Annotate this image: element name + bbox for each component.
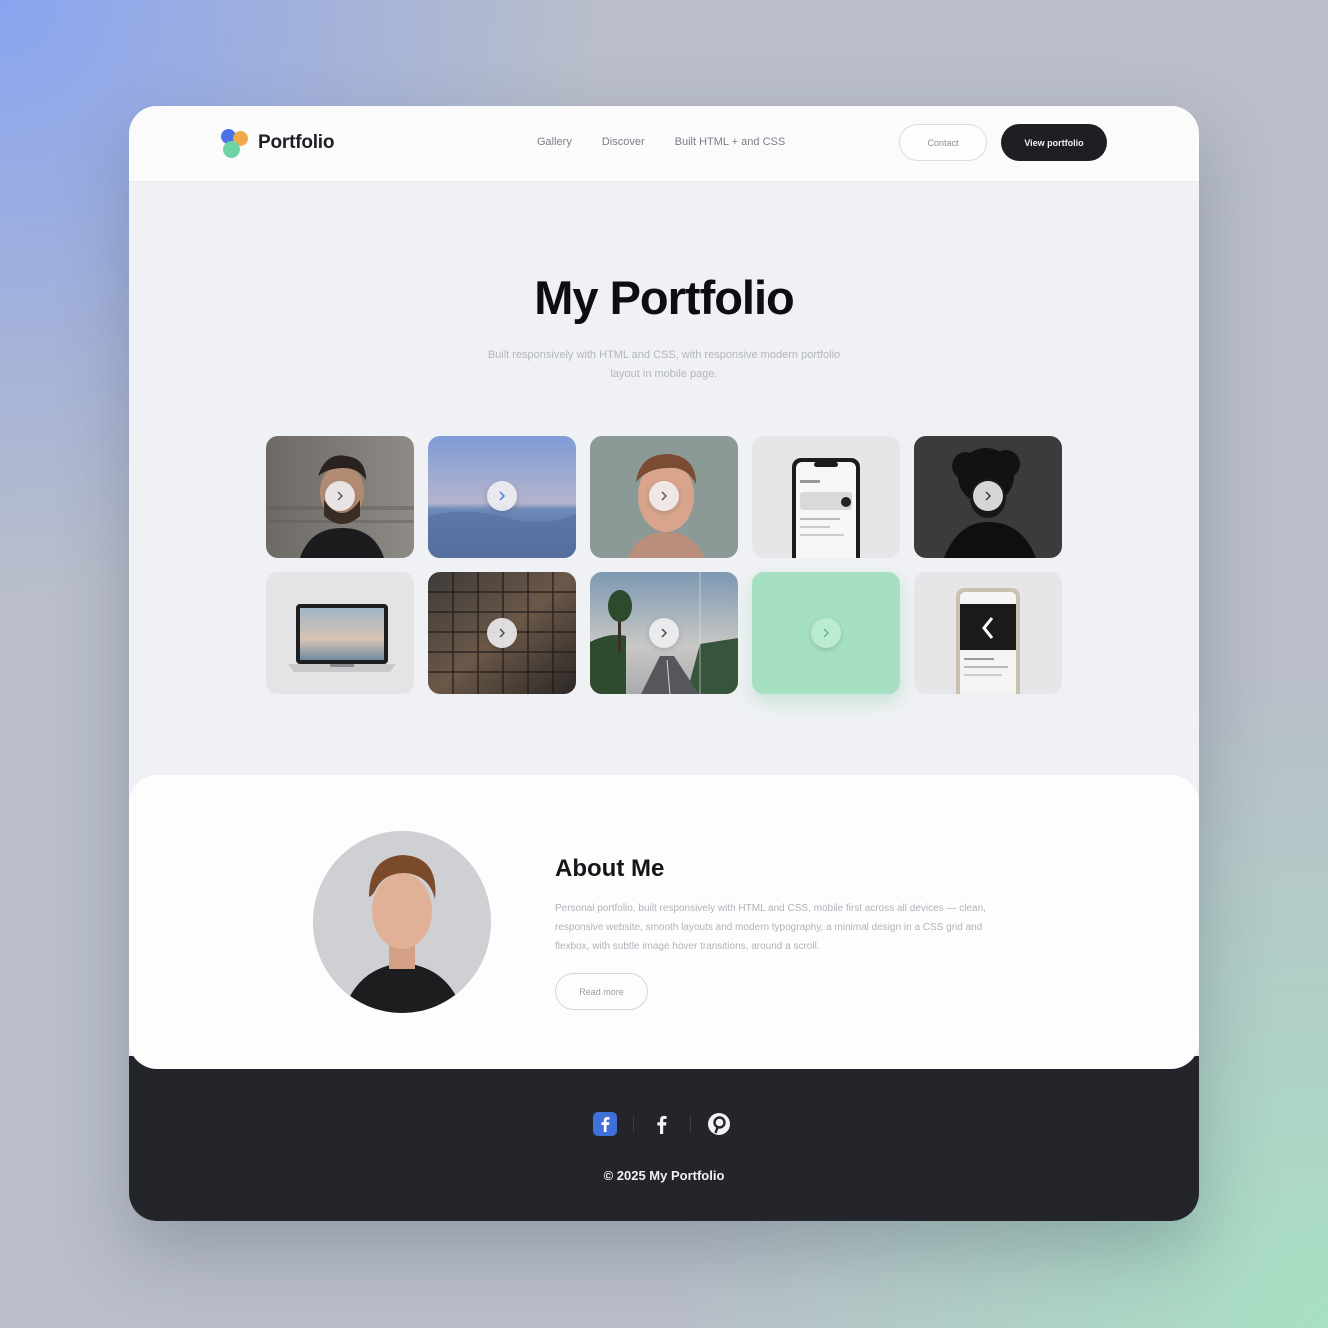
play-icon[interactable]	[649, 481, 679, 511]
copyright: © 2025 My Portfolio	[603, 1168, 725, 1183]
pinterest-icon[interactable]	[707, 1112, 731, 1136]
social-links	[593, 1112, 731, 1136]
gallery-tile-phone-mockup-dark[interactable]	[914, 572, 1062, 694]
gallery-tile-portrait-young-man[interactable]	[590, 436, 738, 558]
about-section: About Me Personal portfolio, built respo…	[129, 775, 1199, 1069]
site-header: Portfolio Gallery Discover Built HTML + …	[129, 106, 1199, 182]
contact-button[interactable]: Contact	[899, 124, 987, 161]
avatar	[313, 831, 491, 1013]
divider	[690, 1115, 691, 1133]
play-icon[interactable]	[973, 481, 1003, 511]
phone-mockup-dark-image	[914, 572, 1062, 694]
about-text: Personal portfolio, built responsively w…	[555, 903, 986, 952]
nav-item-built[interactable]: Built HTML + and CSS	[675, 136, 786, 148]
play-icon[interactable]	[487, 481, 517, 511]
brand-name: Portfolio	[258, 132, 335, 153]
gallery-tile-ocean-horizon[interactable]	[428, 436, 576, 558]
nav-item-discover[interactable]: Discover	[602, 136, 645, 148]
logo-icon	[221, 129, 249, 158]
nav-item-gallery[interactable]: Gallery	[537, 136, 572, 148]
read-more-button[interactable]: Read more	[555, 973, 648, 1010]
phone-mockup-light-image	[752, 436, 900, 558]
gallery-tile-phone-mockup-light[interactable]	[752, 436, 900, 558]
gallery-tile-portrait-man-beard[interactable]	[266, 436, 414, 558]
page-title: My Portfolio	[534, 271, 795, 324]
primary-button[interactable]: View portfolio	[1001, 124, 1107, 161]
gallery-tile-mint[interactable]	[752, 572, 900, 694]
about-title: About Me	[555, 855, 665, 882]
browser-window: Portfolio Gallery Discover Built HTML + …	[129, 106, 1199, 1221]
play-icon[interactable]	[325, 481, 355, 511]
divider	[633, 1115, 634, 1133]
gallery-tile-forest-road[interactable]	[590, 572, 738, 694]
play-icon[interactable]	[811, 618, 841, 648]
facebook-icon[interactable]	[650, 1112, 674, 1136]
gallery-tile-silhouette-curly-hair[interactable]	[914, 436, 1062, 558]
facebook-square-icon[interactable]	[593, 1112, 617, 1136]
play-icon[interactable]	[487, 618, 517, 648]
site-footer: © 2025 My Portfolio	[129, 1056, 1199, 1221]
main-nav: Gallery Discover Built HTML + and CSS	[537, 136, 785, 148]
gallery-tile-grid-overlay-photo[interactable]	[428, 572, 576, 694]
brand[interactable]: Portfolio	[221, 129, 335, 158]
laptop-mockup-image	[266, 572, 414, 694]
play-icon[interactable]	[649, 618, 679, 648]
hero-subtitle: Built responsively with HTML and CSS, wi…	[487, 349, 841, 380]
gallery-tile-laptop-mockup[interactable]	[266, 572, 414, 694]
